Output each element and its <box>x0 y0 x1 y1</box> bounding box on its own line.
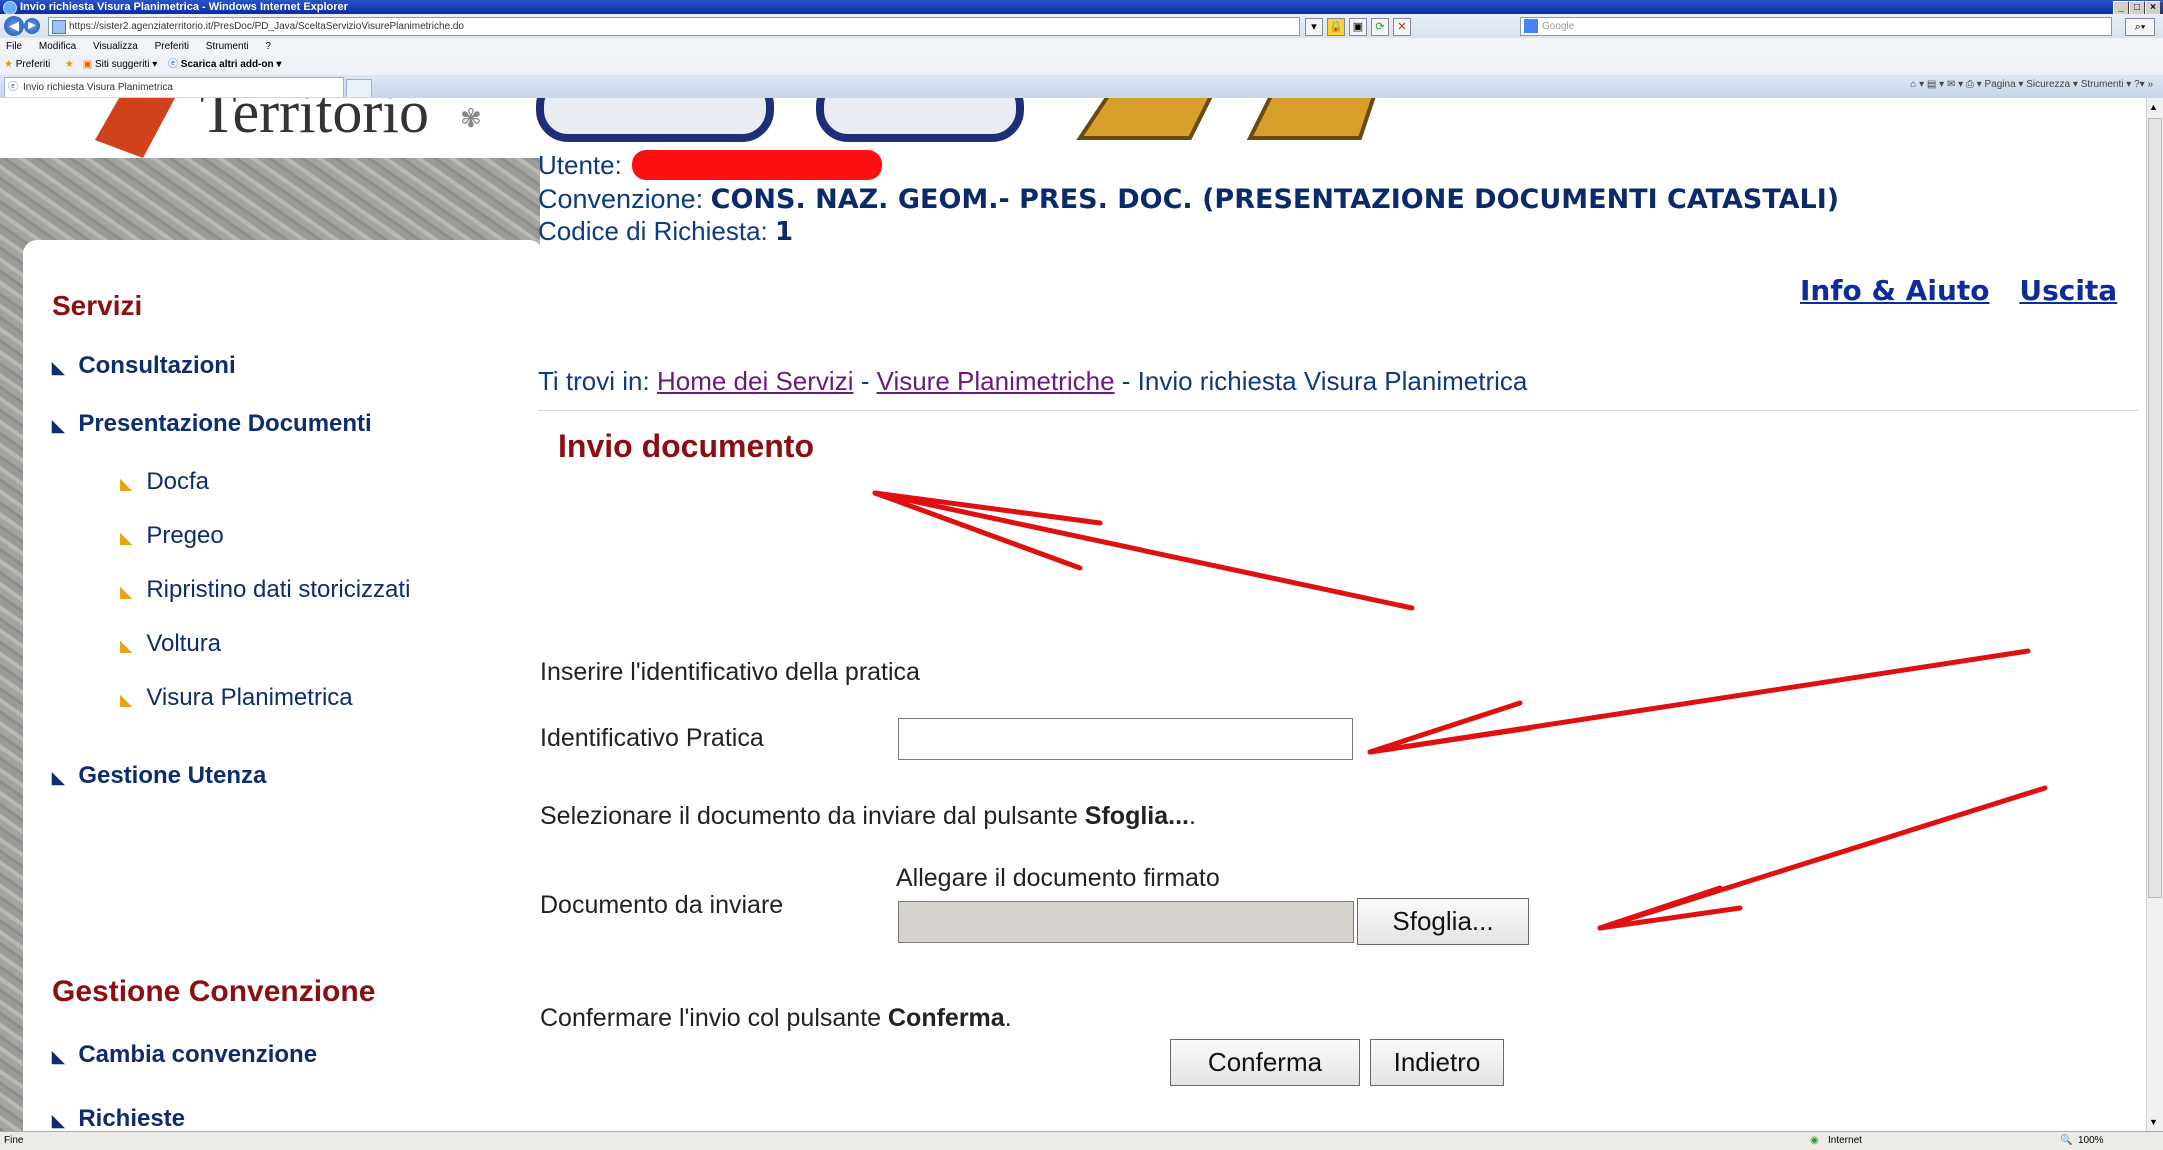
google-icon <box>1524 19 1538 33</box>
ie-icon <box>3 1 17 15</box>
back-icon[interactable]: ◀ <box>4 16 24 36</box>
command-menus[interactable]: Pagina ▾ Sicurezza ▾ Strumenti ▾ <box>1985 79 2132 90</box>
scroll-thumb[interactable] <box>2148 118 2162 898</box>
home-icon[interactable]: ⌂ ▾ <box>1910 79 1924 90</box>
annotation-arrow-head <box>1367 700 1523 755</box>
mail-icon[interactable]: ✉ ▾ <box>1947 79 1963 90</box>
menu-help[interactable]: ? <box>265 41 271 52</box>
window-title: Invio richiesta Visura Planimetrica - Wi… <box>20 1 348 13</box>
help-icon[interactable]: ?▾ » <box>2134 79 2153 90</box>
scroll-up-icon[interactable]: ▲ <box>2149 102 2158 112</box>
feeds-icon[interactable]: ▤ ▾ <box>1927 79 1944 90</box>
page-viewport: Territorio ✾ Servizi ◣ Consultazioni ◣ Pre… <box>0 98 2146 1131</box>
url-input[interactable]: https://sister2.agenziaterritorio.it/Pre… <box>48 17 1300 36</box>
internet-zone-icon: ◉ <box>1810 1135 1819 1146</box>
scroll-down-icon[interactable]: ▼ <box>2149 1117 2158 1127</box>
zoom-icon[interactable]: 🔍 <box>2060 1132 2072 1150</box>
search-input[interactable]: Google <box>1520 17 2112 36</box>
compatibility-icon[interactable]: ▣ <box>1349 18 1367 36</box>
refresh-icon[interactable]: ⟳ <box>1371 18 1389 36</box>
menu-visualizza[interactable]: Visualizza <box>93 41 138 52</box>
menu-preferiti[interactable]: Preferiti <box>155 41 189 52</box>
menu-strumenti[interactable]: Strumenti <box>206 41 249 52</box>
menu-bar: File Modifica Visualizza Preferiti Strum… <box>0 38 2163 56</box>
annotation-arrow-head <box>1367 725 1533 755</box>
annotation-arrows <box>872 490 2048 931</box>
menu-modifica[interactable]: Modifica <box>39 41 76 52</box>
new-tab-button[interactable] <box>346 79 372 97</box>
suggested-icon: ▣ <box>82 59 93 70</box>
favorites-bar: ★ Preferiti ★ ▣ Siti suggeriti ▾ ⓔ Scari… <box>0 55 2163 76</box>
status-bar: Fine ◉ Internet 🔍 100% <box>0 1131 2163 1150</box>
search-icon[interactable]: ⌕▾ <box>2125 18 2155 36</box>
command-bar: ⌂ ▾ ▤ ▾ ✉ ▾ ⎙ ▾ Pagina ▾ Sicurezza ▾ Str… <box>1910 79 2153 90</box>
tab-ie-icon: ⓔ <box>8 82 18 93</box>
status-text: Fine <box>4 1135 24 1146</box>
forward-icon[interactable]: ▶ <box>24 18 40 34</box>
annotation-arrow-head <box>1597 885 1723 931</box>
zone-text: Internet <box>1828 1135 1862 1146</box>
tab-current[interactable]: ⓔ Invio richiesta Visura Planimetrica <box>4 77 344 97</box>
print-icon[interactable]: ⎙ ▾ <box>1966 79 1982 90</box>
favorites-star-icon: ★ <box>4 59 13 70</box>
minimize-icon[interactable]: _ <box>2113 1 2129 15</box>
menu-file[interactable]: File <box>6 41 22 52</box>
zoom-level[interactable]: 100% <box>2078 1132 2104 1150</box>
page-icon <box>52 20 66 34</box>
add-favorite-icon[interactable]: ★ <box>65 59 74 70</box>
annotation-arrow <box>872 490 1415 611</box>
window-titlebar: Invio richiesta Visura Planimetrica - Wi… <box>0 0 2163 15</box>
lock-icon[interactable]: 🔒 <box>1327 18 1345 36</box>
address-bar: ◀ ▶ https://sister2.agenziaterritorio.it… <box>0 14 2163 39</box>
get-addons[interactable]: Scarica altri add-on ▾ <box>181 59 282 70</box>
stop-icon[interactable]: ✕ <box>1393 18 1411 36</box>
tab-title: Invio richiesta Visura Planimetrica <box>23 82 173 93</box>
dropdown-icon[interactable]: ▾ <box>1305 18 1323 36</box>
tab-row: ⓔ Invio richiesta Visura Planimetrica ⌂ … <box>0 75 2163 99</box>
favorites-button[interactable]: Preferiti <box>16 59 50 70</box>
suggested-sites[interactable]: Siti suggeriti ▾ <box>95 59 157 70</box>
maximize-icon[interactable]: □ <box>2129 1 2145 15</box>
search-placeholder: Google <box>1542 21 1575 32</box>
ie-addon-icon: ⓔ <box>168 59 179 70</box>
vertical-scrollbar[interactable]: ▲ ▼ <box>2146 98 2163 1131</box>
url-text: https://sister2.agenziaterritorio.it/Pre… <box>69 21 464 32</box>
close-icon[interactable]: × <box>2145 1 2161 15</box>
annotation-arrow-head <box>1597 905 1743 931</box>
